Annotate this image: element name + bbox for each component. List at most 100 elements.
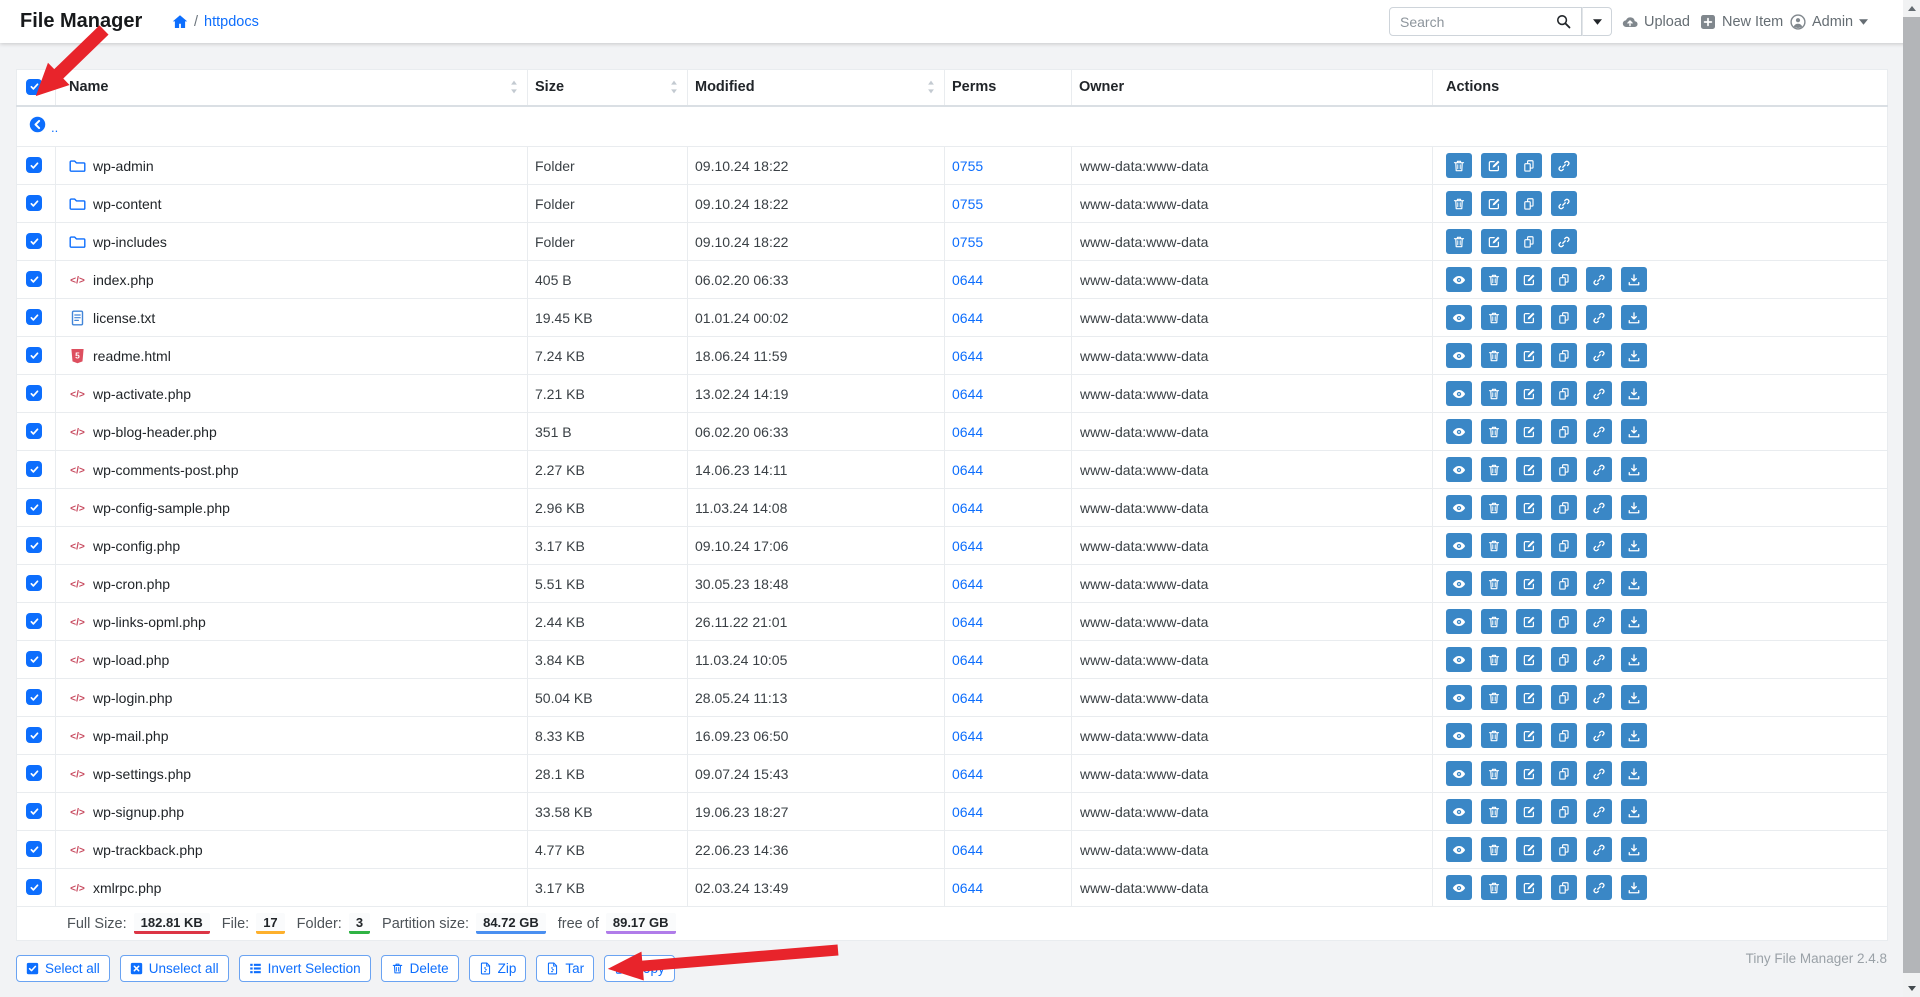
download-action-button[interactable] — [1621, 799, 1647, 824]
edit-action-button[interactable] — [1516, 343, 1542, 368]
perms-link[interactable]: 0644 — [952, 690, 983, 706]
view-action-button[interactable] — [1446, 685, 1472, 710]
copy-action-button[interactable] — [1551, 723, 1577, 748]
row-checkbox[interactable] — [26, 575, 42, 591]
column-header-name[interactable]: Name — [56, 70, 528, 106]
download-action-button[interactable] — [1621, 419, 1647, 444]
delete-action-button[interactable] — [1481, 761, 1507, 786]
sort-icon[interactable] — [510, 80, 518, 94]
download-action-button[interactable] — [1621, 381, 1647, 406]
link-action-button[interactable] — [1586, 419, 1612, 444]
edit-action-button[interactable] — [1516, 723, 1542, 748]
view-action-button[interactable] — [1446, 723, 1472, 748]
delete-button[interactable]: Delete — [381, 955, 459, 982]
link-action-button[interactable] — [1586, 875, 1612, 900]
delete-action-button[interactable] — [1481, 381, 1507, 406]
perms-link[interactable]: 0644 — [952, 652, 983, 668]
edit-action-button[interactable] — [1516, 609, 1542, 634]
view-action-button[interactable] — [1446, 875, 1472, 900]
row-checkbox[interactable] — [26, 765, 42, 781]
row-checkbox[interactable] — [26, 499, 42, 515]
copy-action-button[interactable] — [1551, 647, 1577, 672]
edit-action-button[interactable] — [1516, 419, 1542, 444]
link-action-button[interactable] — [1586, 533, 1612, 558]
download-action-button[interactable] — [1621, 267, 1647, 292]
copy-action-button[interactable] — [1516, 191, 1542, 216]
download-action-button[interactable] — [1621, 761, 1647, 786]
perms-link[interactable]: 0644 — [952, 272, 983, 288]
link-action-button[interactable] — [1586, 343, 1612, 368]
delete-action-button[interactable] — [1481, 343, 1507, 368]
link-action-button[interactable] — [1586, 761, 1612, 786]
edit-action-button[interactable] — [1481, 153, 1507, 178]
view-action-button[interactable] — [1446, 571, 1472, 596]
perms-link[interactable]: 0644 — [952, 804, 983, 820]
delete-action-button[interactable] — [1481, 685, 1507, 710]
upload-button[interactable]: Upload — [1622, 0, 1690, 43]
delete-action-button[interactable] — [1446, 229, 1472, 254]
edit-action-button[interactable] — [1516, 799, 1542, 824]
copy-action-button[interactable] — [1551, 837, 1577, 862]
copy-action-button[interactable] — [1551, 761, 1577, 786]
download-action-button[interactable] — [1621, 571, 1647, 596]
sort-icon[interactable] — [670, 80, 678, 94]
search-options-button[interactable] — [1582, 7, 1612, 36]
download-action-button[interactable] — [1621, 875, 1647, 900]
row-checkbox[interactable] — [26, 879, 42, 895]
column-header-modified[interactable]: Modified — [688, 70, 945, 106]
row-checkbox[interactable] — [26, 157, 42, 173]
delete-action-button[interactable] — [1481, 723, 1507, 748]
perms-link[interactable]: 0644 — [952, 386, 983, 402]
perms-link[interactable]: 0644 — [952, 842, 983, 858]
perms-link[interactable]: 0644 — [952, 766, 983, 782]
parent-directory-link[interactable]: .. — [29, 116, 58, 133]
row-checkbox[interactable] — [26, 613, 42, 629]
perms-link[interactable]: 0755 — [952, 234, 983, 250]
row-checkbox[interactable] — [26, 423, 42, 439]
link-action-button[interactable] — [1551, 229, 1577, 254]
copy-action-button[interactable] — [1551, 267, 1577, 292]
delete-action-button[interactable] — [1481, 457, 1507, 482]
row-checkbox[interactable] — [26, 461, 42, 477]
perms-link[interactable]: 0755 — [952, 196, 983, 212]
download-action-button[interactable] — [1621, 609, 1647, 634]
delete-action-button[interactable] — [1481, 647, 1507, 672]
link-action-button[interactable] — [1586, 571, 1612, 596]
copy-action-button[interactable] — [1551, 343, 1577, 368]
copy-action-button[interactable] — [1551, 609, 1577, 634]
edit-action-button[interactable] — [1516, 495, 1542, 520]
perms-link[interactable]: 0644 — [952, 576, 983, 592]
download-action-button[interactable] — [1621, 533, 1647, 558]
scroll-down-button[interactable] — [1903, 980, 1920, 997]
perms-link[interactable]: 0644 — [952, 500, 983, 516]
row-checkbox[interactable] — [26, 651, 42, 667]
view-action-button[interactable] — [1446, 419, 1472, 444]
link-action-button[interactable] — [1586, 457, 1612, 482]
perms-link[interactable]: 0755 — [952, 158, 983, 174]
edit-action-button[interactable] — [1516, 457, 1542, 482]
perms-link[interactable]: 0644 — [952, 614, 983, 630]
link-action-button[interactable] — [1586, 381, 1612, 406]
edit-action-button[interactable] — [1516, 381, 1542, 406]
delete-action-button[interactable] — [1481, 495, 1507, 520]
zip-button[interactable]: Zip — [469, 955, 527, 982]
link-action-button[interactable] — [1586, 799, 1612, 824]
delete-action-button[interactable] — [1446, 191, 1472, 216]
copy-action-button[interactable] — [1551, 457, 1577, 482]
link-action-button[interactable] — [1551, 191, 1577, 216]
download-action-button[interactable] — [1621, 495, 1647, 520]
edit-action-button[interactable] — [1481, 191, 1507, 216]
row-checkbox[interactable] — [26, 195, 42, 211]
copy-action-button[interactable] — [1551, 799, 1577, 824]
link-action-button[interactable] — [1586, 495, 1612, 520]
delete-action-button[interactable] — [1481, 799, 1507, 824]
new-item-button[interactable]: New Item — [1700, 0, 1783, 43]
view-action-button[interactable] — [1446, 267, 1472, 292]
delete-action-button[interactable] — [1481, 267, 1507, 292]
scrollbar[interactable] — [1903, 0, 1920, 997]
edit-action-button[interactable] — [1516, 685, 1542, 710]
perms-link[interactable]: 0644 — [952, 424, 983, 440]
view-action-button[interactable] — [1446, 647, 1472, 672]
view-action-button[interactable] — [1446, 457, 1472, 482]
perms-link[interactable]: 0644 — [952, 880, 983, 896]
